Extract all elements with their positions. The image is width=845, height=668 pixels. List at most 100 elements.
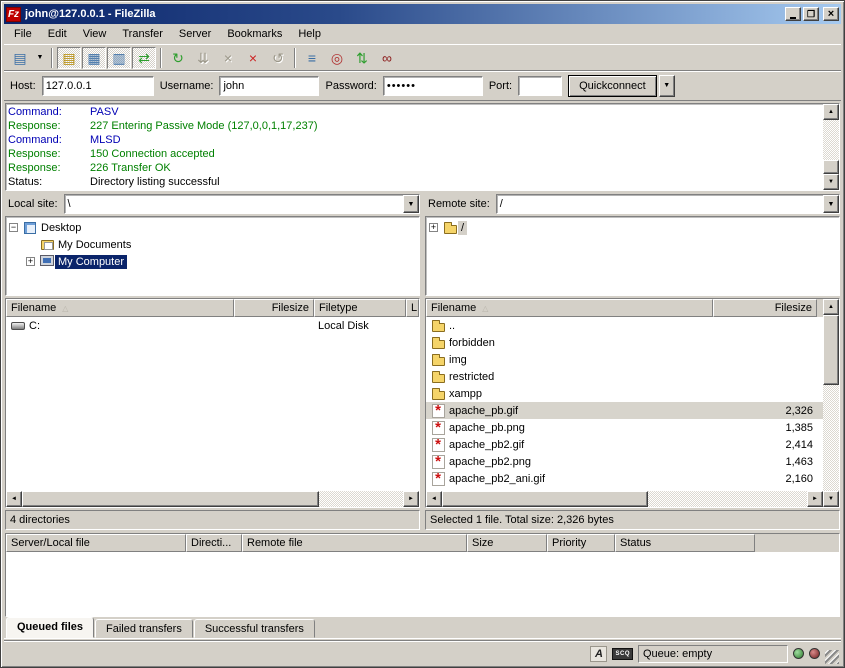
menu-bookmarks[interactable]: Bookmarks: [219, 26, 290, 42]
scroll-up-button[interactable]: ▲: [823, 104, 839, 120]
folder-icon: [430, 352, 446, 368]
password-input[interactable]: [383, 76, 483, 96]
file-row[interactable]: img: [426, 351, 823, 368]
local-site-dropdown-button[interactable]: ▼: [403, 195, 419, 213]
expand-icon[interactable]: +: [429, 223, 438, 232]
tree-item[interactable]: +/: [426, 219, 839, 236]
file-row[interactable]: *apache_pb2.gif2,414: [426, 436, 823, 453]
reconnect-icon: ↺: [272, 51, 284, 65]
file-row[interactable]: *apache_pb.png1,385: [426, 419, 823, 436]
remote-site-dropdown-button[interactable]: ▼: [823, 195, 839, 213]
menu-server[interactable]: Server: [171, 26, 219, 42]
local-site-combo[interactable]: \ ▼: [64, 194, 420, 214]
scroll-thumb[interactable]: [22, 491, 319, 507]
site-manager-dropdown-button[interactable]: ▼: [33, 47, 47, 69]
scroll-down-button[interactable]: ▼: [823, 491, 839, 507]
scroll-left-button[interactable]: ◄: [426, 491, 442, 507]
scroll-track[interactable]: [823, 120, 839, 174]
remote-vscrollbar[interactable]: ▲ ▼: [823, 299, 839, 507]
toggle-local-tree-button[interactable]: ▦: [82, 47, 106, 69]
folder-icon: [430, 386, 446, 402]
scroll-right-button[interactable]: ►: [807, 491, 823, 507]
column-header-directi[interactable]: Directi...: [186, 534, 242, 552]
scroll-track[interactable]: [823, 315, 839, 491]
remote-hscrollbar[interactable]: ◄ ►: [426, 491, 823, 507]
file-row[interactable]: *apache_pb.gif2,326: [426, 402, 823, 419]
file-row[interactable]: C:Local Disk: [6, 317, 419, 334]
port-input[interactable]: [518, 76, 562, 96]
scroll-thumb[interactable]: [823, 160, 839, 174]
log-line-label: Status:: [8, 175, 90, 189]
menu-transfer[interactable]: Transfer: [114, 26, 171, 42]
quickconnect-dropdown-button[interactable]: ▼: [659, 75, 675, 97]
local-hscrollbar[interactable]: ◄ ►: [6, 491, 419, 507]
scroll-up-button[interactable]: ▲: [823, 299, 839, 315]
find-files-button[interactable]: ∞: [375, 47, 399, 69]
resize-grip[interactable]: [825, 650, 839, 664]
filter-button[interactable]: ≡: [300, 47, 324, 69]
scroll-thumb[interactable]: [823, 315, 839, 385]
column-header-filesize[interactable]: Filesize: [713, 299, 817, 317]
column-header-priority[interactable]: Priority: [547, 534, 615, 552]
tab-failed-transfers[interactable]: Failed transfers: [95, 619, 193, 638]
scroll-right-button[interactable]: ►: [403, 491, 419, 507]
column-header-filetype[interactable]: Filetype: [314, 299, 406, 317]
tree-item[interactable]: −Desktop: [6, 219, 419, 236]
log-scrollbar[interactable]: ▲ ▼: [823, 104, 839, 190]
tree-item[interactable]: +My Computer: [6, 253, 419, 270]
column-header-remotefile[interactable]: Remote file: [242, 534, 467, 552]
filename-cell: img: [426, 352, 713, 368]
site-manager-icon: ▤: [13, 51, 26, 65]
toggle-message-log-button[interactable]: ▤: [57, 47, 81, 69]
menu-edit[interactable]: Edit: [40, 26, 75, 42]
collapse-icon[interactable]: −: [9, 223, 18, 232]
menu-view[interactable]: View: [75, 26, 115, 42]
local-list-body: C:Local Disk: [6, 317, 419, 491]
file-row[interactable]: restricted: [426, 368, 823, 385]
file-row[interactable]: *apache_pb2.png1,463: [426, 453, 823, 470]
menu-help[interactable]: Help: [290, 26, 329, 42]
directory-comparison-button[interactable]: ◎: [325, 47, 349, 69]
toggle-queue-button[interactable]: ⇄: [132, 47, 156, 69]
column-header-filename[interactable]: Filename△: [426, 299, 713, 317]
column-header-filesize[interactable]: Filesize: [234, 299, 314, 317]
titlebar[interactable]: Fz john@127.0.0.1 - FileZilla ❐ ×: [4, 4, 841, 24]
tree-item[interactable]: My Documents: [6, 236, 419, 253]
filename-cell: forbidden: [426, 335, 713, 351]
speed-limits-icon[interactable]: SCQ: [612, 648, 633, 660]
remote-list-header: Filename△Filesize: [426, 299, 823, 317]
scroll-thumb[interactable]: [442, 491, 648, 507]
remote-site-combo[interactable]: / ▼: [496, 194, 840, 214]
file-row[interactable]: forbidden: [426, 334, 823, 351]
column-header-status[interactable]: Status: [615, 534, 755, 552]
column-header-serverlocalfile[interactable]: Server/Local file: [6, 534, 186, 552]
tab-queued-files[interactable]: Queued files: [6, 617, 94, 638]
filename-text: apache_pb.gif: [449, 405, 518, 417]
file-row[interactable]: *apache_pb2_ani.gif2,160: [426, 470, 823, 487]
menu-file[interactable]: File: [6, 26, 40, 42]
data-type-indicator[interactable]: A: [590, 646, 607, 662]
scroll-track[interactable]: [319, 491, 403, 507]
tab-successful-transfers[interactable]: Successful transfers: [194, 619, 315, 638]
refresh-button[interactable]: ↻: [166, 47, 190, 69]
site-manager-button[interactable]: ▤: [8, 47, 32, 69]
log-lines: Command:PASVResponse:227 Entering Passiv…: [6, 104, 823, 190]
synchronized-browsing-button[interactable]: ⇅: [350, 47, 374, 69]
username-input[interactable]: [219, 76, 319, 96]
maximize-button[interactable]: ❐: [803, 7, 819, 21]
disconnect-button[interactable]: ×: [241, 47, 265, 69]
minimize-button[interactable]: [785, 7, 801, 21]
column-header-filename[interactable]: Filename△: [6, 299, 234, 317]
file-row[interactable]: ..: [426, 317, 823, 334]
quickconnect-button[interactable]: Quickconnect: [568, 75, 657, 97]
column-header-l[interactable]: L: [406, 299, 419, 317]
scroll-down-button[interactable]: ▼: [823, 174, 839, 190]
column-header-size[interactable]: Size: [467, 534, 547, 552]
scroll-left-button[interactable]: ◄: [6, 491, 22, 507]
scroll-track[interactable]: [648, 491, 807, 507]
file-row[interactable]: xampp: [426, 385, 823, 402]
close-button[interactable]: ×: [823, 7, 839, 21]
expand-icon[interactable]: +: [26, 257, 35, 266]
host-input[interactable]: [42, 76, 154, 96]
toggle-remote-tree-button[interactable]: ▥: [107, 47, 131, 69]
